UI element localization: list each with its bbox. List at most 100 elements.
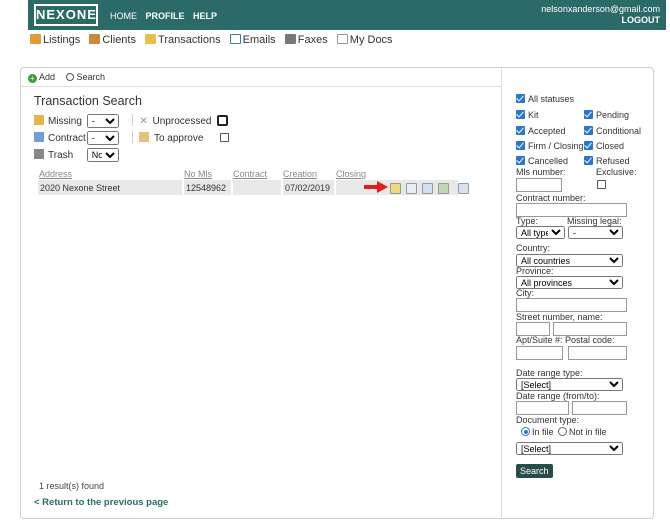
add-icon: + [28,74,37,83]
accepted-checkbox[interactable] [516,126,525,135]
edit-icon[interactable] [458,183,470,194]
contract-number-input[interactable] [516,203,627,217]
approve-icon [139,132,150,142]
filter-row-contract: Contract - To approve [34,131,230,148]
main-panel: + Add Search Transaction Search Missing … [20,67,654,519]
nav-clients[interactable]: Clients [89,34,136,46]
status-accepted[interactable]: Accepted [516,126,566,136]
date-range-label: Date range (from/to): [516,391,600,401]
toolbar-divider [21,86,501,87]
contract-select[interactable]: - [86,131,119,145]
filter-row-missing: Missing - ✕ Unprocessed [34,114,229,131]
in-file-option[interactable]: In file [521,427,554,437]
logout-link[interactable]: LOGOUT [541,15,661,26]
city-input[interactable] [516,298,627,312]
top-nav: HOME PROFILE HELP [110,11,223,21]
mls-number-input[interactable] [516,178,562,192]
envelope-icon [229,34,241,44]
clients-icon [89,34,101,44]
pending-checkbox[interactable] [584,110,593,119]
status-cancelled[interactable]: Cancelled [516,156,568,166]
date-range-type-label: Date range type: [516,368,583,378]
cell-address[interactable]: 2020 Nexone Street [38,180,184,195]
nav-emails[interactable]: Emails [229,34,276,46]
nav-transactions[interactable]: Transactions [145,34,221,46]
date-range-type-select[interactable]: [Select] [516,378,623,391]
document-icon [336,34,348,44]
search-toolbar-button[interactable]: Search [65,72,105,82]
search-button[interactable]: Search [516,464,553,478]
in-file-radio[interactable] [521,427,530,436]
street-number-input[interactable] [516,322,550,336]
status-pending[interactable]: Pending [584,110,629,120]
nav-help[interactable]: HELP [193,11,217,21]
exclusive-checkbox[interactable] [597,180,606,189]
add-button[interactable]: + Add [28,72,55,83]
status-closed[interactable]: Closed [584,141,624,151]
col-creation[interactable]: Creation [282,168,335,180]
folder-icon [145,34,157,44]
to-approve-checkbox[interactable] [220,133,230,142]
exclusive-label: Exclusive: [596,167,637,177]
all-statuses-row[interactable]: All statuses [516,94,574,104]
red-arrow-icon [364,181,388,193]
unprocessed-checkbox[interactable] [217,115,229,126]
conditional-checkbox[interactable] [584,126,593,135]
not-in-file-option[interactable]: Not in file [558,427,607,437]
open-file-icon[interactable] [390,183,401,194]
all-statuses-checkbox[interactable] [516,94,525,103]
trash-icon [34,149,44,159]
contract-icon [34,132,44,142]
missing-legal-select[interactable]: - [568,226,623,239]
status-firm-closing[interactable]: Firm / Closing [516,141,584,151]
nav-listings[interactable]: Listings [30,34,80,46]
nav-home[interactable]: HOME [110,11,137,21]
trash-select[interactable]: No [86,148,119,162]
postal-code-label: Postal code: [565,335,615,345]
apt-input[interactable] [516,346,563,360]
separator [131,114,133,126]
col-contract[interactable]: Contract [232,168,282,180]
column-divider [501,68,502,518]
nav-profile[interactable]: PROFILE [146,11,185,21]
col-closing[interactable]: Closing [335,168,459,180]
mls-number-label: Mls number: [516,167,566,177]
cell-contract [232,180,283,195]
status-conditional[interactable]: Conditional [584,126,641,136]
refused-checkbox[interactable] [584,156,593,165]
col-no-mls[interactable]: No Mls [183,168,232,180]
print-icon[interactable] [438,183,450,194]
missing-legal-label: Missing legal: [567,216,622,226]
top-bar: NEXONE HOME PROFILE HELP nelsonxanderson… [28,0,666,30]
type-select[interactable]: All types [516,226,565,239]
return-link[interactable]: < Return to the previous page [34,497,168,508]
results-count: 1 result(s) found [39,481,105,491]
date-from-input[interactable] [516,401,569,415]
nav-faxes[interactable]: Faxes [284,34,328,46]
filters: Missing - ✕ Unprocessed Contract - To ap… [34,114,230,165]
street-name-input[interactable] [553,322,627,336]
email-icon[interactable] [422,183,434,194]
status-kit[interactable]: Kit [516,110,539,120]
toolbar: + Add Search [28,72,113,83]
status-refused[interactable]: Refused [584,156,630,166]
date-to-input[interactable] [572,401,627,415]
not-in-file-radio[interactable] [558,427,567,436]
filter-row-trash: Trash No [34,148,229,165]
document-view-icon[interactable] [406,183,418,194]
firm-closing-checkbox[interactable] [516,141,525,150]
fax-icon [284,34,296,44]
nav-my-docs[interactable]: My Docs [336,34,393,46]
cancelled-checkbox[interactable] [516,156,525,165]
col-address[interactable]: Address [38,168,183,180]
city-label: City: [516,288,534,298]
account-info: nelsonxanderson@gmail.com LOGOUT [541,4,660,26]
nexone-logo[interactable]: NEXONE [34,4,98,26]
closed-checkbox[interactable] [584,141,593,150]
row-actions [390,183,471,197]
postal-code-input[interactable] [568,346,627,360]
document-type-select[interactable]: [Select] [516,442,623,455]
missing-select[interactable]: - [86,114,119,128]
kit-checkbox[interactable] [516,110,525,119]
country-label: Country: [516,243,551,253]
